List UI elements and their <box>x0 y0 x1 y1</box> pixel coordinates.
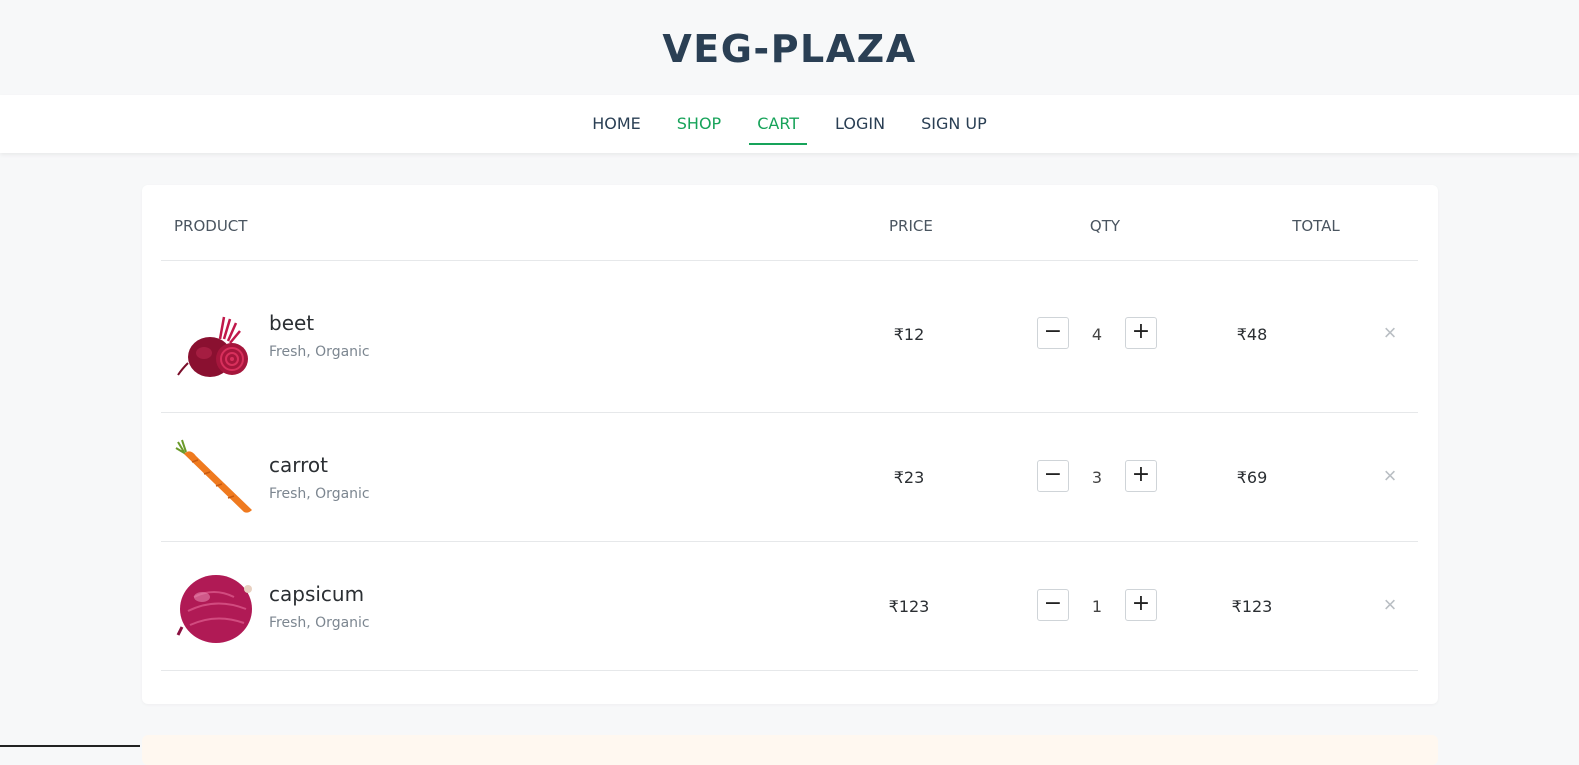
qty-value: 1 <box>1091 597 1103 616</box>
product-price: ₹123 <box>888 597 930 616</box>
remove-icon[interactable]: × <box>1378 464 1402 488</box>
remove-icon[interactable]: × <box>1378 321 1402 345</box>
product-description: Fresh, Organic <box>269 615 370 631</box>
nav-login[interactable]: LOGIN <box>817 95 903 153</box>
col-price: PRICE <box>889 217 933 235</box>
red-onion-image <box>176 575 252 643</box>
main-nav: HOME SHOP CART LOGIN SIGN UP <box>0 95 1579 153</box>
product-price: ₹23 <box>893 468 925 487</box>
site-header: VEG-PLAZA <box>0 0 1579 95</box>
bottom-divider <box>0 745 140 747</box>
qty-value: 3 <box>1091 468 1103 487</box>
nav-home[interactable]: HOME <box>574 95 659 153</box>
product-name: capsicum <box>269 582 365 606</box>
increase-qty-button[interactable]: + <box>1125 460 1157 492</box>
cart-row: capsicum Fresh, Organic ₹123 − 1 + ₹123 … <box>161 542 1418 671</box>
decrease-qty-button[interactable]: − <box>1037 317 1069 349</box>
product-price: ₹12 <box>893 325 925 344</box>
product-total: ₹48 <box>1236 325 1268 344</box>
product-description: Fresh, Organic <box>269 486 370 502</box>
site-title: VEG-PLAZA <box>662 26 917 71</box>
product-name: beet <box>269 311 315 335</box>
product-total: ₹69 <box>1236 468 1268 487</box>
decrease-qty-button[interactable]: − <box>1037 460 1069 492</box>
remove-icon[interactable]: × <box>1378 593 1402 617</box>
cart-row: carrot Fresh, Organic ₹23 − 3 + ₹69 × <box>161 413 1418 542</box>
cart-summary-panel <box>142 735 1438 765</box>
beetroot-image <box>177 316 248 377</box>
cart-table: PRODUCT PRICE QTY TOTAL beet Fresh, Orga… <box>161 185 1418 671</box>
cart-table-header: PRODUCT PRICE QTY TOTAL <box>161 185 1418 261</box>
cart-row: beet Fresh, Organic ₹12 − 4 + ₹48 × <box>161 261 1418 413</box>
product-total: ₹123 <box>1231 597 1273 616</box>
product-name: carrot <box>269 453 328 477</box>
carrot-image <box>175 439 252 513</box>
nav-shop[interactable]: SHOP <box>659 95 739 153</box>
col-product: PRODUCT <box>174 217 248 235</box>
cart-card: PRODUCT PRICE QTY TOTAL beet Fresh, Orga… <box>142 185 1438 704</box>
increase-qty-button[interactable]: + <box>1125 317 1157 349</box>
col-qty: QTY <box>1089 217 1121 235</box>
col-total: TOTAL <box>1292 217 1340 235</box>
decrease-qty-button[interactable]: − <box>1037 589 1069 621</box>
increase-qty-button[interactable]: + <box>1125 589 1157 621</box>
nav-signup[interactable]: SIGN UP <box>903 95 1005 153</box>
nav-cart[interactable]: CART <box>739 95 817 153</box>
qty-value: 4 <box>1091 325 1103 344</box>
product-description: Fresh, Organic <box>269 344 370 360</box>
